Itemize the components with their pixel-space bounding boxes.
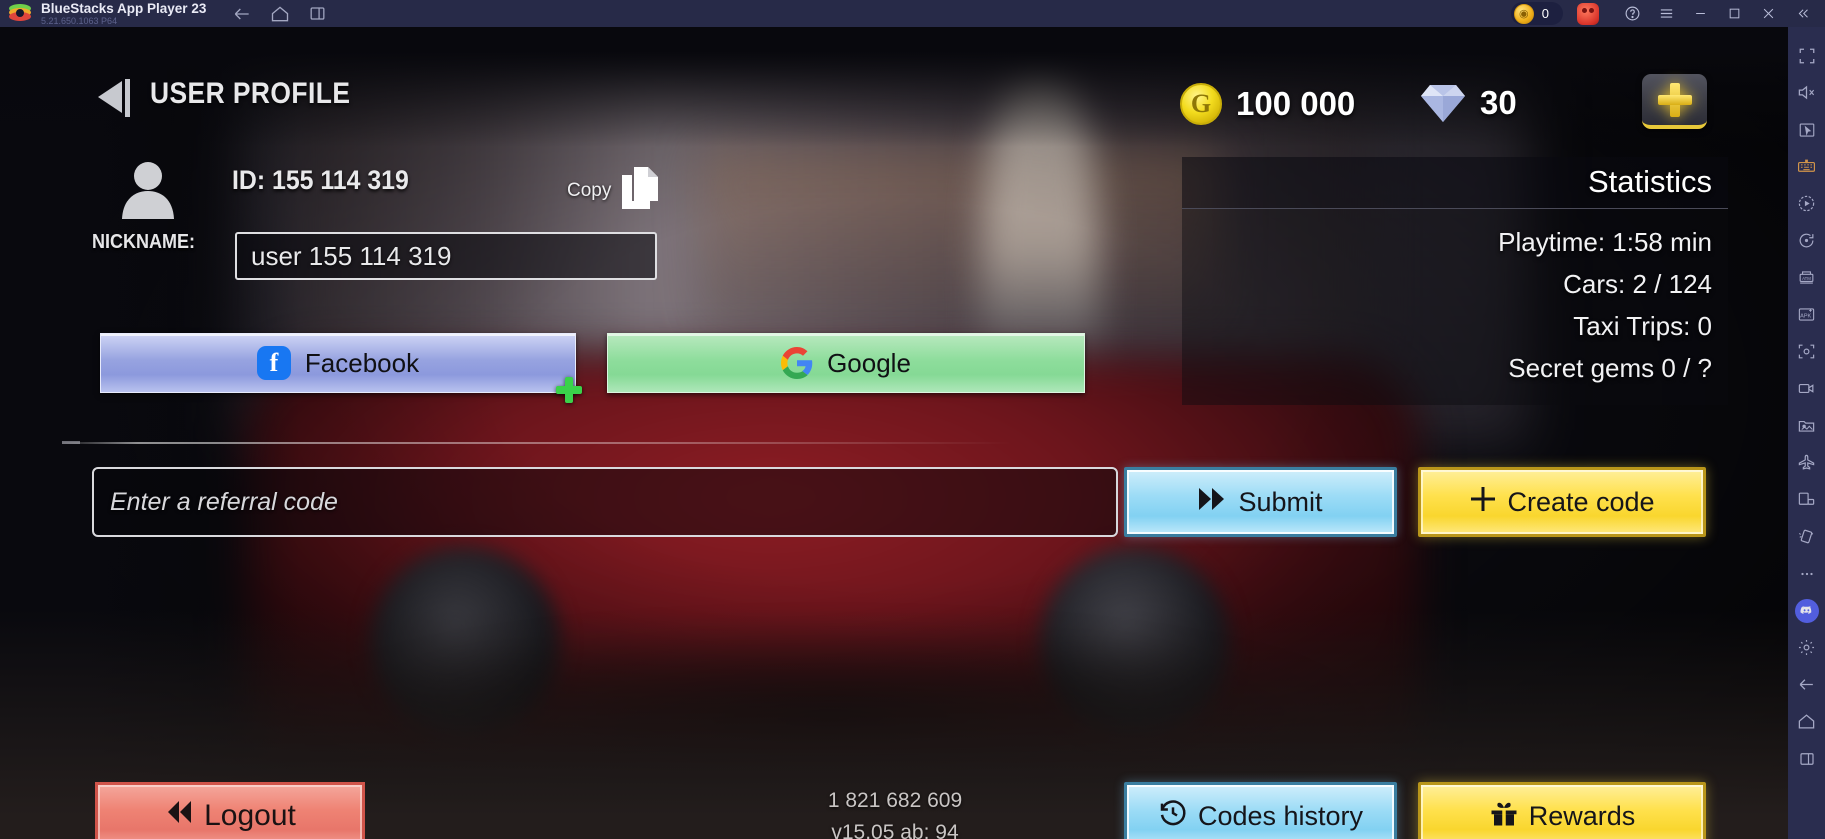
gem-amount: 30 <box>1480 84 1517 121</box>
stat-cars: Cars: 2 / 124 <box>1563 269 1712 299</box>
create-code-label: Create code <box>1507 486 1655 517</box>
logout-label: Logout <box>204 799 296 832</box>
facebook-icon: f <box>256 346 291 380</box>
mute-icon[interactable] <box>1788 74 1825 111</box>
page-title: USER PROFILE <box>150 77 351 110</box>
shake-icon[interactable] <box>1788 518 1825 555</box>
home-icon[interactable] <box>270 4 290 24</box>
bluestacks-coin-pill[interactable]: ◉ 0 <box>1510 2 1563 25</box>
titlebar-nav <box>232 4 327 24</box>
facebook-label: Facebook <box>304 347 420 378</box>
google-login-button[interactable]: Google <box>607 333 1085 393</box>
home-icon[interactable] <box>1788 703 1825 740</box>
codes-history-button[interactable]: Codes history <box>1124 782 1397 839</box>
avatar <box>117 157 179 219</box>
close-button[interactable] <box>1751 0 1785 27</box>
help-icon[interactable] <box>1615 0 1649 27</box>
facebook-login-button[interactable]: f Facebook <box>100 333 576 393</box>
diamond-icon <box>1420 83 1466 123</box>
pip-icon[interactable] <box>1788 481 1825 518</box>
cursor-crosshair-icon <box>556 377 582 403</box>
submit-button[interactable]: Submit <box>1124 467 1397 537</box>
gold-coin-icon: G <box>1180 83 1222 125</box>
user-id: ID: 155 114 319 <box>232 165 409 195</box>
settings-icon[interactable] <box>1788 629 1825 666</box>
nickname-input[interactable]: user 155 114 319 <box>235 232 657 280</box>
copy-label: Copy <box>567 179 612 201</box>
account-number: 1 821 682 609 <box>827 789 963 812</box>
plus-thin-icon <box>1469 485 1497 520</box>
stat-secret-gems: Secret gems 0 / ? <box>1508 353 1712 383</box>
google-icon <box>781 347 813 379</box>
rewards-label: Rewards <box>1528 800 1636 831</box>
media-manager-icon[interactable] <box>1788 407 1825 444</box>
coin-count: 0 <box>1541 6 1549 21</box>
coin-icon: ◉ <box>1513 3 1534 24</box>
airplane-icon[interactable] <box>1788 444 1825 481</box>
google-label: Google <box>827 347 911 378</box>
coin-amount: 100 000 <box>1236 85 1356 122</box>
bluestacks-sidebar: ATM APK <box>1788 27 1825 839</box>
record-video-icon[interactable] <box>1788 370 1825 407</box>
rewards-button[interactable]: Rewards <box>1418 782 1706 839</box>
section-divider <box>62 441 1012 444</box>
submit-label: Submit <box>1238 486 1323 517</box>
macro-play-icon[interactable] <box>1788 185 1825 222</box>
svg-text:ATM: ATM <box>1802 276 1811 281</box>
coin-balance: G 100 000 <box>1180 83 1355 125</box>
back-arrow-icon[interactable] <box>232 4 252 24</box>
multi-instance-sync-icon[interactable]: ATM <box>1788 259 1825 296</box>
statistics-title: Statistics <box>1182 157 1728 209</box>
bluestacks-logo-icon <box>9 3 31 25</box>
game-version: v15.05 ab: 94 <box>831 821 959 839</box>
double-arrow-icon <box>1198 486 1228 519</box>
nickname-label: NICKNAME: <box>92 231 195 253</box>
codes-history-label: Codes history <box>1197 800 1364 831</box>
discord-icon[interactable] <box>1788 592 1825 629</box>
mascot-icon[interactable] <box>1577 2 1599 25</box>
keyboard-controls-icon[interactable] <box>1788 148 1825 185</box>
double-chevron-left-icon <box>164 799 194 833</box>
referral-placeholder: Enter a referral code <box>110 487 338 516</box>
gem-balance: 30 <box>1420 83 1517 123</box>
statistics-panel: Statistics Playtime: 1:58 min Cars: 2 / … <box>1182 157 1728 405</box>
back-icon[interactable] <box>1788 666 1825 703</box>
create-code-button[interactable]: Create code <box>1418 467 1706 537</box>
stat-playtime: Playtime: 1:58 min <box>1498 227 1712 257</box>
bluestacks-titlebar: BlueStacks App Player 23 5.21.650.1063 P… <box>0 0 1825 27</box>
screenshot-icon[interactable] <box>1788 333 1825 370</box>
maximize-button[interactable] <box>1717 0 1751 27</box>
more-icon[interactable] <box>1788 555 1825 592</box>
cursor-icon[interactable] <box>1788 111 1825 148</box>
multi-instance-icon[interactable] <box>308 4 327 23</box>
back-button[interactable] <box>92 75 136 119</box>
footer-info: 1 821 682 609 v15.05 ab: 94 <box>745 785 1045 839</box>
app-title: BlueStacks App Player 23 <box>41 0 207 16</box>
referral-code-input[interactable]: Enter a referral code <box>92 467 1118 537</box>
svg-text:APK: APK <box>1800 313 1811 319</box>
gift-icon <box>1489 798 1519 835</box>
fullscreen-icon[interactable] <box>1788 37 1825 74</box>
hamburger-menu-icon[interactable] <box>1649 0 1683 27</box>
history-clock-icon <box>1158 798 1188 835</box>
install-apk-icon[interactable]: APK <box>1788 296 1825 333</box>
statistics-body: Playtime: 1:58 min Cars: 2 / 124 Taxi Tr… <box>1182 209 1728 405</box>
plus-icon <box>1657 82 1692 117</box>
logout-button[interactable]: Logout <box>95 782 365 839</box>
stat-taxi-trips: Taxi Trips: 0 <box>1573 311 1712 341</box>
recents-icon[interactable] <box>1788 740 1825 777</box>
game-viewport[interactable]: USER PROFILE G 100 000 30 NICKNAME: ID: … <box>0 27 1788 839</box>
rotate-icon[interactable] <box>1788 222 1825 259</box>
collapse-sidebar-button[interactable] <box>1785 0 1819 27</box>
copy-id-button[interactable]: Copy <box>567 167 660 214</box>
app-version: 5.21.650.1063 P64 <box>41 15 118 26</box>
add-currency-button[interactable] <box>1642 74 1707 129</box>
copy-icon <box>620 167 660 214</box>
minimize-button[interactable] <box>1683 0 1717 27</box>
